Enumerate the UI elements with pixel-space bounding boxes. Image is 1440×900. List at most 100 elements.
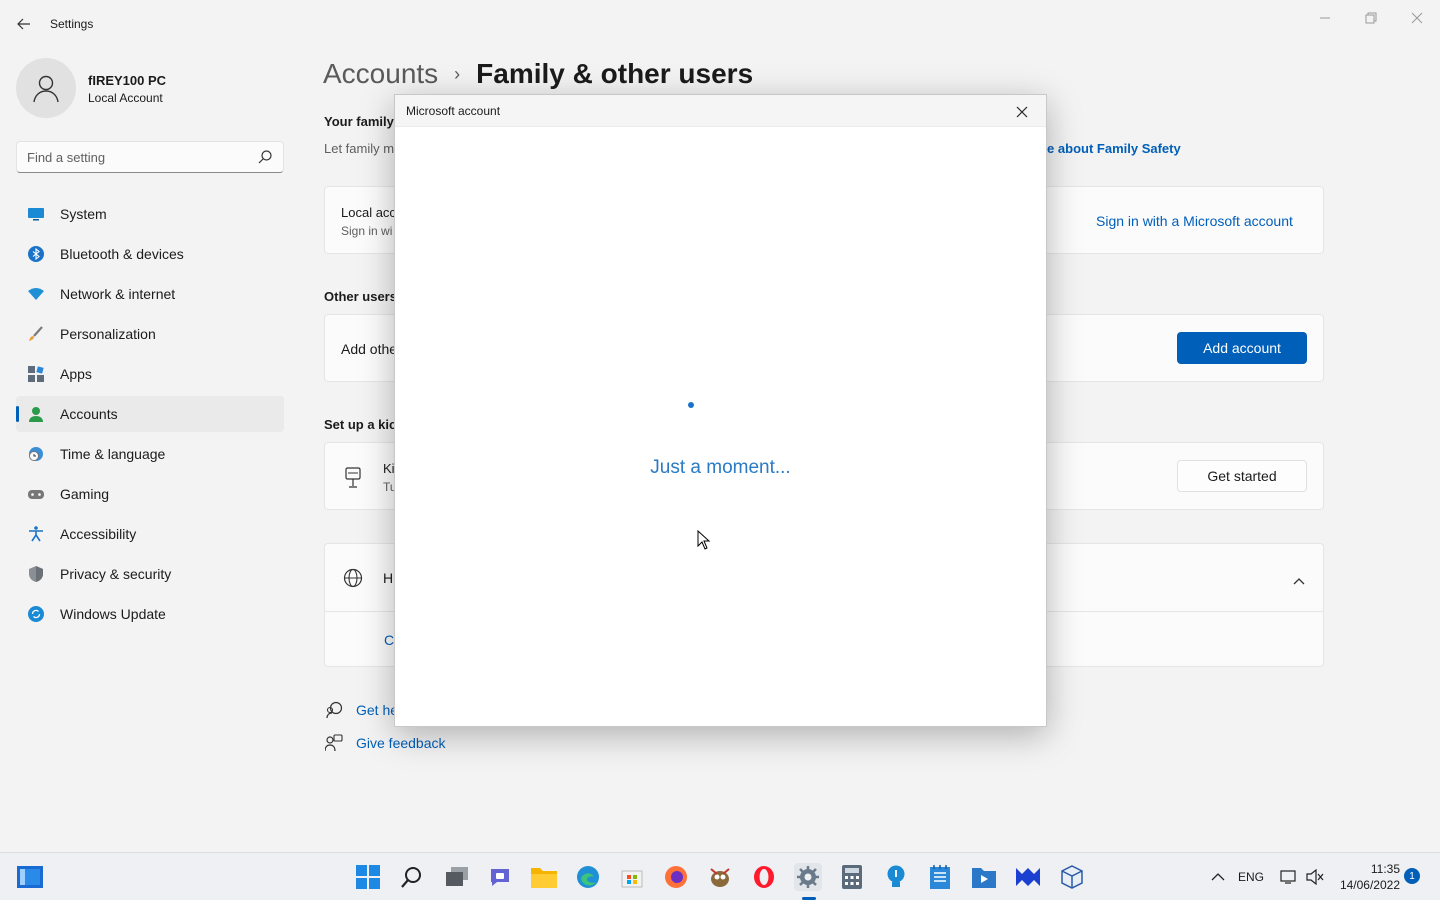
sidebar-item-windows-update[interactable]: Windows Update <box>16 596 284 632</box>
sidebar-item-personalization[interactable]: Personalization <box>16 316 284 352</box>
kiosk-icon <box>343 467 363 492</box>
monitor-icon <box>28 206 44 222</box>
network-status-button[interactable] <box>1275 863 1303 891</box>
volume-button[interactable] <box>1301 863 1329 891</box>
maximize-button[interactable] <box>1351 6 1391 30</box>
give-feedback-link[interactable]: Give feedback <box>324 733 446 753</box>
windows-start-button[interactable] <box>354 863 382 891</box>
gimp-button[interactable] <box>706 863 734 891</box>
restore-icon <box>1365 12 1377 24</box>
sidebar-item-bluetooth[interactable]: Bluetooth & devices <box>16 236 284 272</box>
chevron-up-icon[interactable] <box>1293 572 1305 588</box>
add-account-button[interactable]: Add account <box>1177 332 1307 364</box>
sidebar-item-time-language[interactable]: Time & language <box>16 436 284 472</box>
loading-spinner <box>688 402 694 408</box>
task-view-button[interactable] <box>443 863 471 891</box>
malwarebytes-icon <box>1016 868 1040 886</box>
malwarebytes-button[interactable] <box>1014 863 1042 891</box>
virtualbox-button[interactable] <box>1058 863 1086 891</box>
learn-more-family-safety-link[interactable]: re about Family Safety <box>1042 141 1181 156</box>
clock-globe-icon <box>28 446 44 462</box>
chevron-up-icon <box>1211 873 1225 881</box>
show-hidden-icons-button[interactable] <box>1204 863 1232 891</box>
sidebar-item-accounts[interactable]: Accounts <box>16 396 284 432</box>
sidebar-item-accessibility[interactable]: Accessibility <box>16 516 284 552</box>
sidebar-item-network[interactable]: Network & internet <box>16 276 284 312</box>
taskbar: ENG 11:35 14/06/2022 <box>0 852 1440 900</box>
get-help-label: Get he <box>356 702 399 718</box>
get-started-button[interactable]: Get started <box>1177 460 1307 492</box>
sidebar-item-gaming[interactable]: Gaming <box>16 476 284 512</box>
dialog-header: Microsoft account <box>395 95 1046 127</box>
title-bar: Settings <box>0 0 1440 48</box>
brush-icon <box>28 326 44 342</box>
store-icon <box>621 870 643 888</box>
sidebar-item-label: Network & internet <box>60 286 176 302</box>
sidebar-item-label: System <box>60 206 107 222</box>
sidebar-item-label: Accounts <box>60 406 118 422</box>
input-language-indicator[interactable]: ENG <box>1238 870 1264 884</box>
help-chat-icon <box>324 700 344 720</box>
dialog-loading-message: Just a moment... <box>650 457 791 478</box>
back-button[interactable] <box>10 12 38 36</box>
sidebar-item-label: Accessibility <box>60 526 137 542</box>
windows-logo-icon <box>356 865 380 889</box>
sidebar-item-label: Bluetooth & devices <box>60 246 184 262</box>
lightbulb-icon <box>887 865 905 887</box>
clock-date: 14/06/2022 <box>1339 878 1400 892</box>
volume-muted-icon <box>1306 869 1324 885</box>
sidebar-item-privacy[interactable]: Privacy & security <box>16 556 284 592</box>
accessibility-icon <box>28 526 44 542</box>
help-link[interactable]: C <box>384 632 394 648</box>
gear-icon <box>797 866 819 888</box>
kiosk-label: Ki <box>383 461 395 476</box>
close-icon <box>1411 12 1423 24</box>
sign-in-microsoft-account-link[interactable]: Sign in with a Microsoft account <box>1096 213 1293 229</box>
clock[interactable]: 11:35 14/06/2022 <box>1330 861 1400 893</box>
teams-chat-button[interactable] <box>486 863 514 891</box>
get-help-link[interactable]: Get he <box>324 700 398 720</box>
other-users-section-title: Other users <box>324 289 397 304</box>
minimize-button[interactable] <box>1305 6 1345 30</box>
notepad-button[interactable] <box>926 863 954 891</box>
calculator-button[interactable] <box>838 863 866 891</box>
taskbar-search-button[interactable] <box>398 863 426 891</box>
page-title: Family & other users <box>476 58 754 89</box>
notification-badge[interactable]: 1 <box>1404 868 1420 884</box>
kiosk-section-title: Set up a kio <box>324 417 397 432</box>
file-explorer-button[interactable] <box>530 863 558 891</box>
firefox-button[interactable] <box>662 863 690 891</box>
profile-account-type: Local Account <box>88 91 163 105</box>
start-button[interactable] <box>16 863 44 891</box>
avatar <box>16 58 76 118</box>
bluetooth-icon <box>28 246 44 262</box>
tips-button[interactable] <box>882 863 910 891</box>
family-description: Let family m <box>324 141 395 156</box>
video-editor-button[interactable] <box>970 863 998 891</box>
video-folder-icon <box>972 868 996 888</box>
minimize-icon <box>1320 17 1330 19</box>
close-icon <box>1016 106 1028 118</box>
close-window-button[interactable] <box>1397 6 1437 30</box>
task-view-icon <box>446 867 468 886</box>
update-icon <box>28 606 44 622</box>
edge-browser-button[interactable] <box>574 863 602 891</box>
start-icon <box>17 866 43 888</box>
mouse-cursor-icon <box>697 530 711 550</box>
microsoft-store-button[interactable] <box>618 863 646 891</box>
dialog-close-button[interactable] <box>1008 101 1036 123</box>
sidebar-item-apps[interactable]: Apps <box>16 356 284 392</box>
arrow-left-icon <box>17 18 30 30</box>
help-label: H <box>383 570 394 586</box>
app-title: Settings <box>50 17 94 31</box>
family-section-title: Your family <box>324 114 394 129</box>
calculator-icon <box>842 865 862 889</box>
breadcrumb-parent[interactable]: Accounts <box>323 58 438 90</box>
sidebar-item-label: Windows Update <box>60 606 166 622</box>
sidebar-item-label: Gaming <box>60 486 110 502</box>
settings-taskbar-button[interactable] <box>794 863 822 891</box>
opera-button[interactable] <box>750 863 778 891</box>
search-icon[interactable] <box>257 149 273 165</box>
search-input[interactable] <box>17 142 247 172</box>
sidebar-item-system[interactable]: System <box>16 196 284 232</box>
